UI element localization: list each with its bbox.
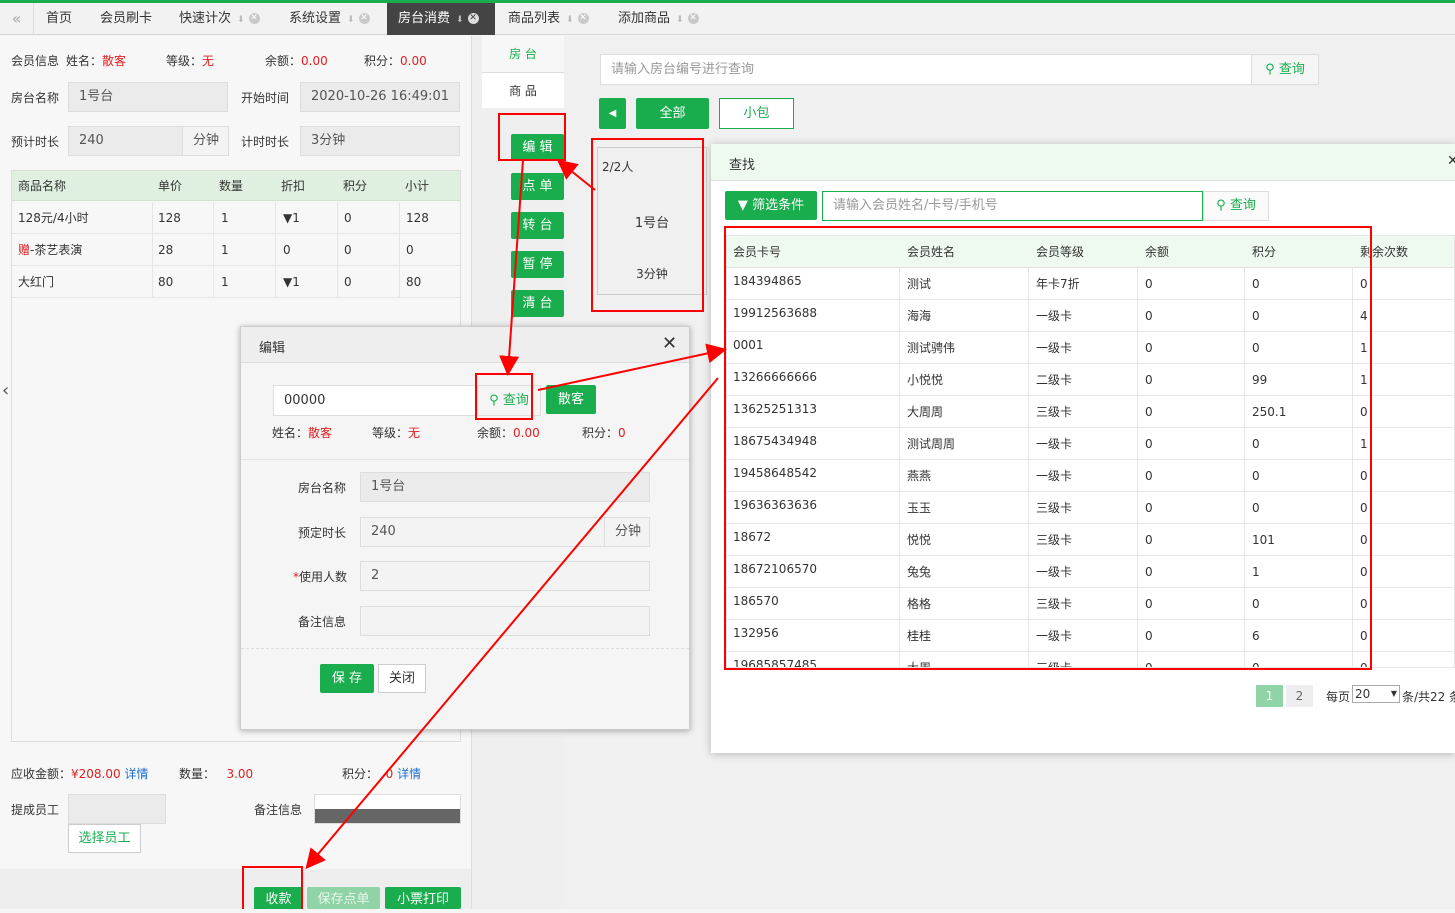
annotation-arrows	[305, 159, 727, 870]
